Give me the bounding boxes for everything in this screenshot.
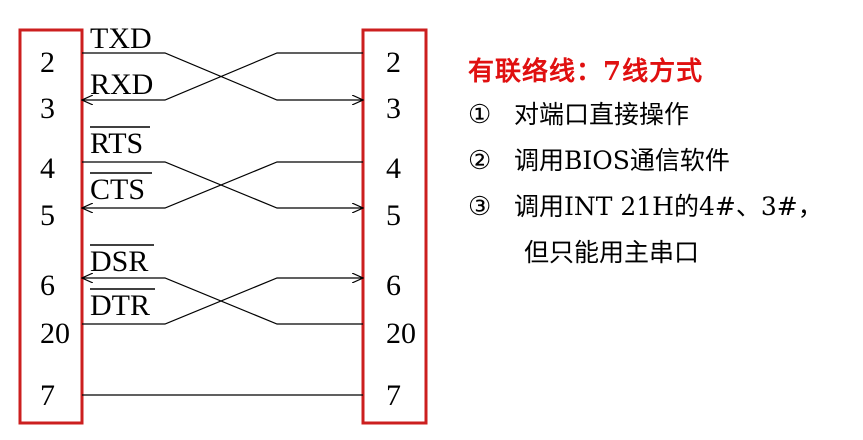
right-pin-7: 7 (386, 379, 401, 412)
note-item-1: ① 对端口直接操作 (468, 92, 858, 138)
right-pin-20: 20 (386, 317, 416, 350)
left-pin-4: 4 (40, 152, 55, 185)
right-pin-6: 6 (386, 269, 401, 302)
notes-title: 有联络线：7线方式 (468, 57, 704, 87)
note-item-2: ② 调用BIOS通信软件 (468, 138, 858, 184)
left-pin-6: 6 (40, 269, 55, 302)
signal-label-dtr: DTR (90, 289, 150, 322)
signal-label-rxd: RXD (90, 68, 153, 101)
signal-label-dsr: DSR (90, 245, 148, 278)
note-continuation: 但只能用主串口 (524, 238, 700, 267)
left-pin-3: 3 (40, 92, 55, 125)
note-text-2: 调用BIOS通信软件 (514, 146, 730, 175)
note-text-1: 对端口直接操作 (514, 100, 690, 129)
note-number-2: ② (468, 146, 492, 176)
signal-label-rts: RTS (90, 127, 143, 160)
note-text-3: 调用INT 21H的4#、3#， (514, 192, 823, 221)
note-number-1: ① (468, 100, 492, 130)
note-item-3: ③ 调用INT 21H的4#、3#， (468, 184, 858, 230)
right-pin-2: 2 (386, 46, 401, 79)
signal-label-txd: TXD (90, 22, 152, 55)
left-pin-5: 5 (40, 199, 55, 232)
left-pin-2: 2 (40, 46, 55, 79)
left-pin-20: 20 (40, 317, 70, 350)
signal-label-cts: CTS (90, 173, 145, 206)
right-pin-5: 5 (386, 199, 401, 232)
note-number-3: ③ (468, 192, 492, 222)
right-pin-4: 4 (386, 152, 401, 185)
notes-panel: 有联络线：7线方式 ① 对端口直接操作 ② 调用BIOS通信软件 ③ 调用INT 21… (468, 52, 858, 276)
left-pin-7: 7 (40, 379, 55, 412)
right-pin-3: 3 (386, 92, 401, 125)
